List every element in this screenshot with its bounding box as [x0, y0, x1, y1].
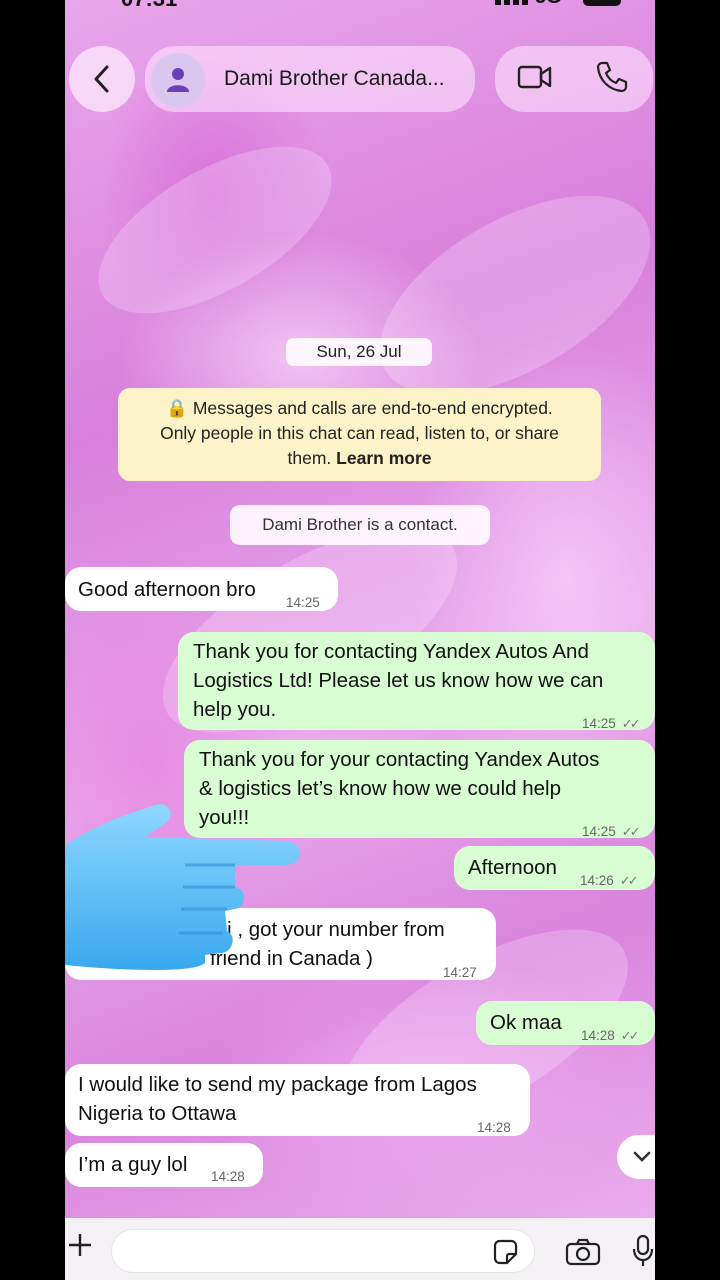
- date-chip: Sun, 26 Jul: [286, 338, 432, 366]
- message-bubble[interactable]: Good afternoon bro 14:25: [65, 567, 338, 611]
- contact-name: Dami Brother Canada...: [224, 67, 445, 90]
- encryption-notice[interactable]: 🔒 Messages and calls are end-to-end encr…: [118, 388, 601, 481]
- battery-level: 87: [583, 0, 621, 6]
- status-time: 07:31: [121, 0, 177, 12]
- chat-header: Dami Brother Canada...: [65, 44, 655, 116]
- camera-button[interactable]: [565, 1238, 601, 1271]
- video-call-icon: [517, 65, 552, 89]
- avatar[interactable]: [151, 53, 205, 107]
- status-bar: 07:31 5G 87: [65, 0, 655, 12]
- lock-icon: 🔒: [166, 398, 188, 418]
- signal-icon: [495, 0, 528, 5]
- network-type: 5G: [535, 0, 562, 9]
- read-receipt-icon: ✓✓: [620, 1028, 640, 1043]
- encryption-line-2: Only people in this chat can read, liste…: [160, 423, 559, 443]
- encryption-line-1: 🔒 Messages and calls are end-to-end encr…: [166, 398, 553, 418]
- microphone-icon: [632, 1234, 654, 1266]
- pointing-hand-icon: [65, 804, 300, 970]
- voice-message-button[interactable]: [632, 1234, 654, 1273]
- message-bubble[interactable]: I’m a guy lol 14:28: [65, 1143, 263, 1187]
- video-call-button[interactable]: [517, 62, 553, 97]
- attach-button[interactable]: [67, 1232, 93, 1263]
- composer-bar: [65, 1218, 655, 1280]
- message-bubble[interactable]: I would like to send my package from Lag…: [65, 1064, 530, 1136]
- message-bubble[interactable]: Thank you for contacting Yandex Autos An…: [178, 632, 655, 731]
- encryption-line-3: them. Learn more: [287, 448, 432, 468]
- read-receipt-icon: ✓✓: [621, 824, 641, 839]
- message-bubble[interactable]: Afternoon 14:26 ✓✓: [454, 846, 655, 890]
- phone-call-icon: [596, 61, 628, 93]
- read-receipt-icon: ✓✓: [621, 716, 641, 731]
- plus-icon: [69, 1234, 91, 1256]
- voice-call-button[interactable]: [595, 60, 629, 99]
- scroll-down-button[interactable]: [617, 1135, 655, 1179]
- sticker-icon: [493, 1239, 518, 1265]
- read-receipt-icon: ✓✓: [619, 873, 639, 888]
- back-button[interactable]: [69, 46, 135, 112]
- sticker-button[interactable]: [491, 1238, 519, 1271]
- camera-icon: [565, 1238, 601, 1266]
- contact-notice: Dami Brother is a contact.: [230, 505, 490, 545]
- chat-screen: 07:31 5G 87 Dami Brother Canada... Sun, …: [65, 0, 655, 1280]
- chevron-left-icon: [94, 65, 109, 93]
- contact-info-button[interactable]: Dami Brother Canada...: [145, 46, 475, 112]
- wallpaper-petal: [72, 113, 358, 347]
- message-bubble[interactable]: Ok maa 14:28 ✓✓: [476, 1001, 655, 1045]
- person-icon: [167, 68, 189, 92]
- call-actions: [495, 46, 653, 112]
- chevron-down-icon: [633, 1151, 651, 1162]
- message-input[interactable]: [111, 1229, 535, 1273]
- learn-more-link[interactable]: Learn more: [336, 448, 431, 468]
